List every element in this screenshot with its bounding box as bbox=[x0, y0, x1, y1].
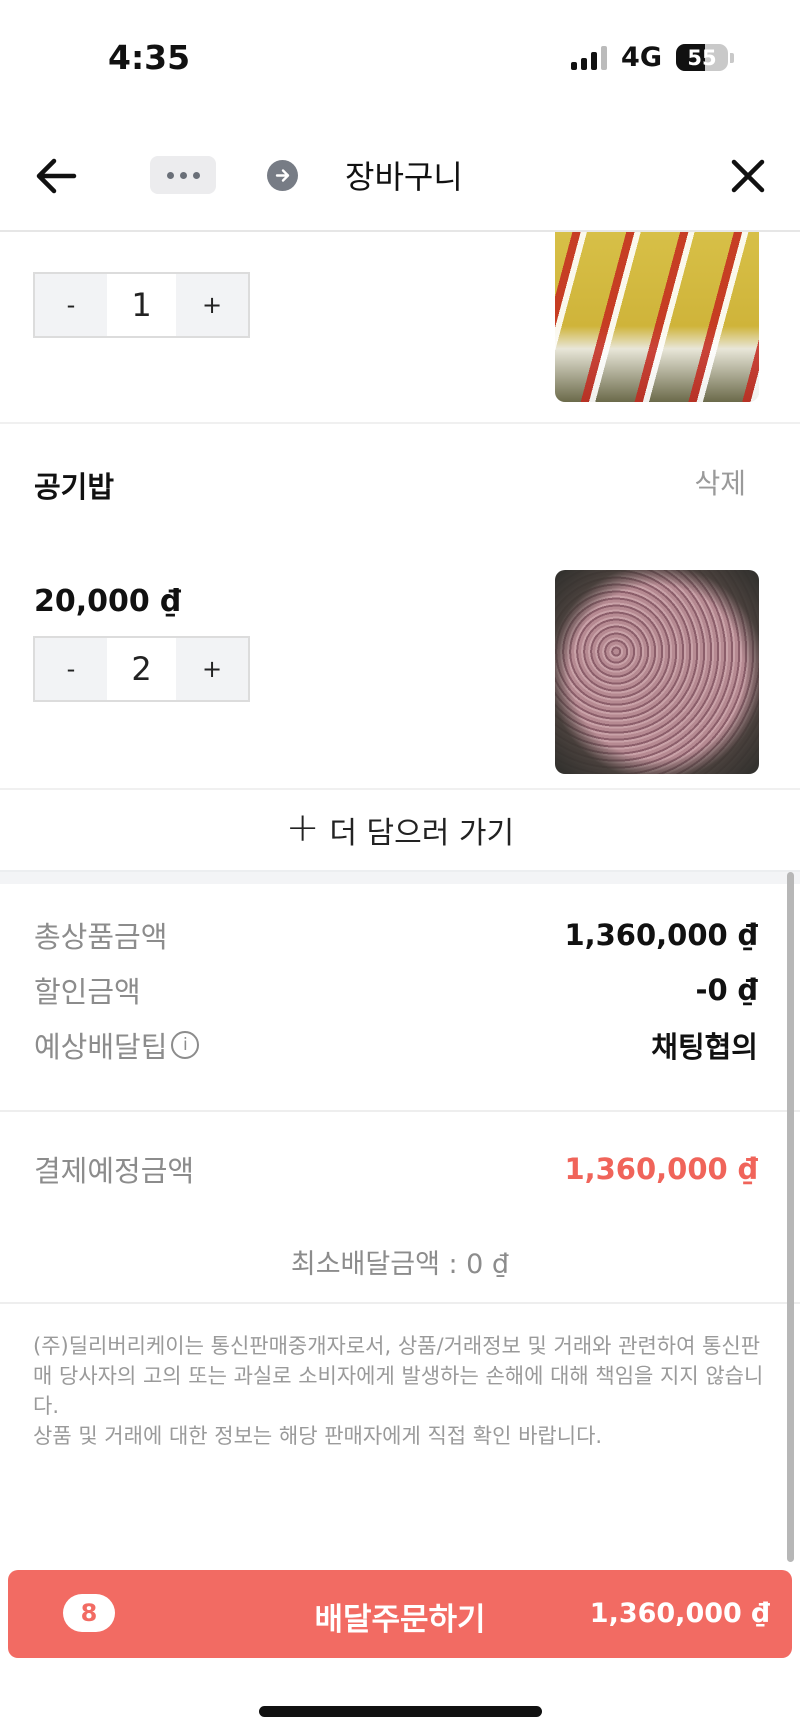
summary-row-delivery-tip: 예상배달팁 i 채팅협의 bbox=[34, 1024, 758, 1066]
home-indicator bbox=[259, 1706, 542, 1717]
plus-icon: + bbox=[285, 805, 320, 851]
payment-value: 1,360,000 ₫ bbox=[564, 1152, 758, 1186]
increase-button[interactable]: + bbox=[176, 274, 248, 336]
notice-line: (주)딜리버리케이는 통신판매중개자로서, 상품/거래정보 및 거래와 관련하여… bbox=[33, 1334, 764, 1418]
total-products-value: 1,360,000 ₫ bbox=[564, 918, 758, 952]
item-image-rice bbox=[555, 570, 759, 774]
quantity-value: 1 bbox=[131, 286, 152, 324]
notice-line: 상품 및 거래에 대한 정보는 해당 판매자에게 직접 확인 바랍니다. bbox=[33, 1424, 603, 1448]
summary-row-discount: 할인금액 -0 ₫ bbox=[34, 969, 758, 1011]
page-title: 장바구니 bbox=[345, 158, 463, 196]
add-more-label: 더 담으러 가기 bbox=[329, 816, 515, 851]
dot-icon bbox=[166, 171, 174, 179]
item-image-roll bbox=[555, 232, 759, 402]
discount-value: -0 ₫ bbox=[695, 973, 759, 1007]
back-arrow-icon[interactable] bbox=[34, 154, 78, 198]
quantity-stepper: - 1 + bbox=[33, 272, 250, 338]
signal-icon bbox=[571, 45, 608, 70]
divider bbox=[0, 1110, 800, 1112]
delete-button[interactable]: 삭제 bbox=[694, 462, 746, 502]
more-options-button[interactable] bbox=[150, 156, 216, 194]
order-total: 1,360,000 ₫ bbox=[589, 1598, 770, 1629]
delivery-tip-label-group: 예상배달팁 i bbox=[34, 1024, 200, 1066]
summary-row-payment: 결제예정금액 1,360,000 ₫ bbox=[34, 1148, 758, 1190]
nav-bar: 장바구니 bbox=[0, 120, 800, 232]
legal-notice: (주)딜리버리케이는 통신판매중개자로서, 상품/거래정보 및 거래와 관련하여… bbox=[33, 1331, 766, 1451]
cart-content: - 1 + 공기밥 삭제 20,000 ₫ - 2 + + 더 담으러 가기 총… bbox=[0, 232, 800, 1562]
forward-arrow-icon[interactable] bbox=[267, 160, 298, 191]
decrease-button[interactable]: - bbox=[35, 638, 107, 700]
battery-level: 55 bbox=[687, 45, 717, 70]
decrease-button[interactable]: - bbox=[35, 274, 107, 336]
close-icon[interactable] bbox=[728, 156, 768, 196]
battery-tip bbox=[730, 52, 734, 63]
order-button[interactable]: 8 배달주문하기 1,360,000 ₫ bbox=[8, 1570, 792, 1658]
quantity-value: 2 bbox=[131, 650, 152, 688]
increase-button[interactable]: + bbox=[176, 638, 248, 700]
item-name: 공기밥 bbox=[34, 470, 115, 504]
add-more-button[interactable]: + 더 담으러 가기 bbox=[0, 790, 800, 870]
status-bar: 4:35 4G 55 bbox=[0, 0, 800, 120]
section-divider bbox=[0, 870, 800, 884]
dot-icon bbox=[192, 171, 200, 179]
summary-row-total: 총상품금액 1,360,000 ₫ bbox=[34, 914, 758, 956]
network-type: 4G bbox=[621, 42, 662, 73]
battery-icon: 55 bbox=[676, 44, 728, 71]
discount-label: 할인금액 bbox=[34, 975, 141, 1009]
item-price: 20,000 ₫ bbox=[34, 584, 182, 619]
dot-icon bbox=[179, 171, 187, 179]
min-delivery-amount: 최소배달금액 : 0 ₫ bbox=[290, 1249, 510, 1280]
quantity-stepper: - 2 + bbox=[33, 636, 250, 702]
status-indicators: 4G 55 bbox=[571, 42, 734, 73]
info-icon[interactable]: i bbox=[171, 1031, 200, 1059]
status-time: 4:35 bbox=[108, 38, 191, 77]
payment-label: 결제예정금액 bbox=[34, 1154, 195, 1188]
cart-item: - 1 + bbox=[0, 232, 800, 424]
delivery-tip-value: 채팅협의 bbox=[651, 1030, 758, 1064]
delivery-tip-label: 예상배달팁 bbox=[34, 1030, 168, 1064]
scrollbar[interactable] bbox=[787, 872, 794, 1562]
divider bbox=[0, 1302, 800, 1304]
total-products-label: 총상품금액 bbox=[34, 920, 168, 954]
